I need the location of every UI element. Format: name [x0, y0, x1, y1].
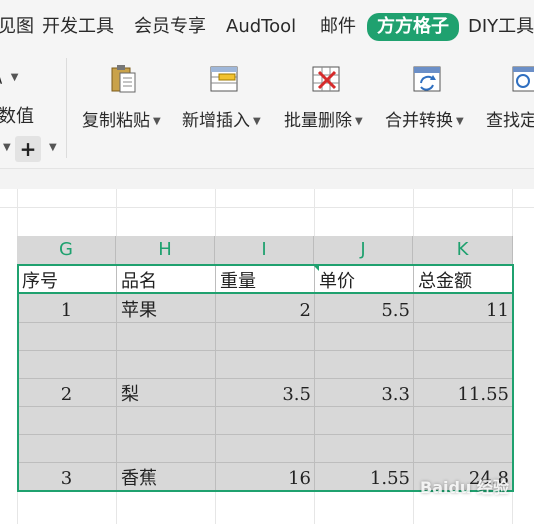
new-insert-button[interactable]: 新增插入 ▼ — [182, 106, 261, 131]
ribbon-divider — [66, 58, 67, 158]
tab-diy-tools[interactable]: DIY工具 — [468, 15, 534, 39]
partial-dropdown[interactable]: \ ▼ — [0, 66, 19, 87]
batch-delete-button[interactable]: 批量删除 ▼ — [284, 106, 363, 131]
merge-convert-label: 合并转换 — [385, 111, 453, 131]
selection-divider — [17, 292, 514, 294]
tab-developer-tools[interactable]: 开发工具 — [42, 15, 114, 39]
chevron-down-icon[interactable]: ▼ — [49, 142, 57, 153]
plus-icon[interactable]: + — [15, 136, 41, 162]
chevron-down-icon: ▼ — [10, 71, 19, 83]
formula-bar-area — [0, 168, 534, 190]
chevron-down-icon: ▼ — [355, 115, 363, 127]
tab-fangfang-gezi[interactable]: 方方格子 — [367, 13, 459, 41]
batch-delete-label: 批量删除 — [284, 111, 352, 131]
selection-outline — [17, 264, 514, 492]
copy-paste-button[interactable]: 复制粘贴 ▼ — [82, 106, 161, 131]
chevron-down-icon: ▼ — [253, 115, 261, 127]
insert-row-icon[interactable] — [209, 64, 239, 94]
column-header-i[interactable]: I — [215, 236, 314, 264]
chevron-down-icon: ▼ — [153, 115, 161, 127]
clipboard-paste-icon[interactable] — [109, 64, 139, 94]
partial-dropdown-label: \ — [0, 66, 8, 87]
column-header-h[interactable]: H — [116, 236, 215, 264]
merge-convert-icon[interactable] — [412, 64, 442, 94]
column-header-j[interactable]: J — [314, 236, 413, 264]
numeric-value-label[interactable]: 数值 — [0, 102, 34, 128]
new-insert-label: 新增插入 — [182, 111, 250, 131]
find-locate-button[interactable]: 查找定 — [486, 106, 534, 131]
find-locate-icon[interactable] — [511, 64, 534, 94]
merge-convert-button[interactable]: 合并转换 ▼ — [385, 106, 464, 131]
tab-mail[interactable]: 邮件 — [320, 15, 356, 39]
tab-member-exclusive[interactable]: 会员专享 — [134, 15, 206, 39]
column-header-k[interactable]: K — [413, 236, 513, 264]
tab-view[interactable]: 见图 — [0, 15, 34, 39]
chevron-down-icon: ▼ — [456, 115, 464, 127]
tab-audtool[interactable]: AudTool — [226, 15, 296, 39]
watermark: Baidu 经验 — [420, 478, 509, 497]
column-header-g[interactable]: G — [17, 236, 116, 264]
copy-paste-label: 复制粘贴 — [82, 111, 150, 131]
ribbon-tab-bar: 见图 开发工具 会员专享 AudTool 邮件 方方格子 DIY工具 — [0, 0, 534, 52]
chevron-down-icon[interactable]: ▼ — [3, 142, 11, 153]
delete-cells-icon[interactable] — [311, 64, 341, 94]
ribbon-toolbar: \ ▼ 数值 ▼ + ▼ 复制粘贴▼ 新增插入▼ 批量删除▼ — [0, 52, 534, 168]
